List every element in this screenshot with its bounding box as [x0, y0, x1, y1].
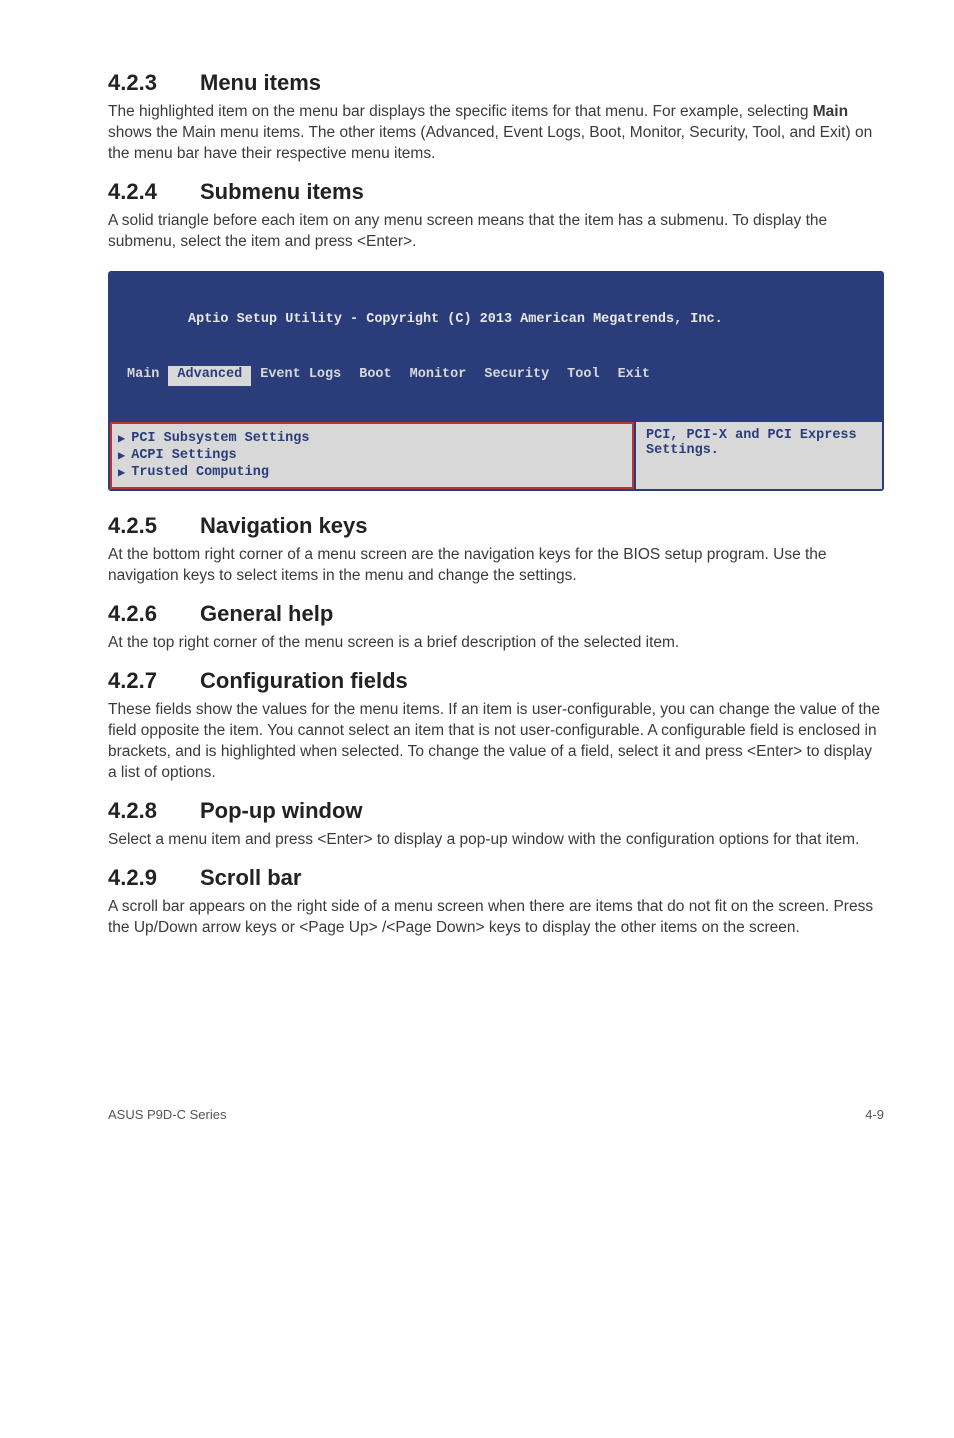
section-body: These fields show the values for the men…: [108, 700, 884, 784]
section-number: 4.2.3: [108, 70, 200, 96]
section-heading: 4.2.3Menu items: [108, 70, 884, 96]
bios-header: Aptio Setup Utility - Copyright (C) 2013…: [110, 273, 882, 423]
page-footer: ASUS P9D-C Series 4-9: [108, 1099, 884, 1122]
section-title: General help: [200, 601, 333, 626]
bios-menu-item-label: ACPI Settings: [131, 448, 236, 463]
bios-tab-main[interactable]: Main: [118, 366, 168, 386]
section-number: 4.2.8: [108, 798, 200, 824]
section-number: 4.2.7: [108, 668, 200, 694]
submenu-triangle-icon: ▶: [118, 431, 125, 446]
bios-help-panel: PCI, PCI-X and PCI Express Settings.: [634, 422, 882, 489]
section-title: Pop-up window: [200, 798, 363, 823]
section-body: A scroll bar appears on the right side o…: [108, 897, 884, 939]
section-heading: 4.2.8Pop-up window: [108, 798, 884, 824]
bios-tab-bar: Main Advanced Event Logs Boot Monitor Se…: [118, 366, 874, 386]
section-number: 4.2.9: [108, 865, 200, 891]
bios-tab-security[interactable]: Security: [475, 366, 558, 386]
bios-menu-item-label: Trusted Computing: [131, 465, 269, 480]
section-heading: 4.2.4Submenu items: [108, 179, 884, 205]
section-number: 4.2.4: [108, 179, 200, 205]
bios-tab-exit[interactable]: Exit: [609, 366, 659, 386]
section-body: Select a menu item and press <Enter> to …: [108, 830, 884, 851]
section-body: A solid triangle before each item on any…: [108, 211, 884, 253]
bios-menu-item[interactable]: ▶ PCI Subsystem Settings: [118, 430, 620, 447]
footer-right: 4-9: [865, 1107, 884, 1122]
bios-menu-item[interactable]: ▶ Trusted Computing: [118, 464, 620, 481]
bios-menu-item-label: PCI Subsystem Settings: [131, 431, 309, 446]
bios-title: Aptio Setup Utility - Copyright (C) 2013…: [118, 311, 874, 329]
section-title: Submenu items: [200, 179, 364, 204]
section-heading: 4.2.9Scroll bar: [108, 865, 884, 891]
section-heading: 4.2.5Navigation keys: [108, 513, 884, 539]
bios-tab-boot[interactable]: Boot: [350, 366, 400, 386]
footer-left: ASUS P9D-C Series: [108, 1107, 226, 1122]
section-title: Configuration fields: [200, 668, 408, 693]
section-body: At the top right corner of the menu scre…: [108, 633, 884, 654]
section-body: The highlighted item on the menu bar dis…: [108, 102, 884, 165]
bios-tab-eventlogs[interactable]: Event Logs: [251, 366, 350, 386]
section-heading: 4.2.6General help: [108, 601, 884, 627]
bios-screenshot: Aptio Setup Utility - Copyright (C) 2013…: [108, 271, 884, 492]
bios-tab-advanced[interactable]: Advanced: [168, 366, 251, 386]
bios-menu-panel: ▶ PCI Subsystem Settings ▶ ACPI Settings…: [110, 422, 634, 489]
section-title: Scroll bar: [200, 865, 301, 890]
bios-tab-tool[interactable]: Tool: [558, 366, 608, 386]
section-title: Navigation keys: [200, 513, 368, 538]
bios-menu-item[interactable]: ▶ ACPI Settings: [118, 447, 620, 464]
section-heading: 4.2.7Configuration fields: [108, 668, 884, 694]
section-number: 4.2.6: [108, 601, 200, 627]
bios-tab-monitor[interactable]: Monitor: [401, 366, 476, 386]
submenu-triangle-icon: ▶: [118, 448, 125, 463]
section-body: At the bottom right corner of a menu scr…: [108, 545, 884, 587]
section-number: 4.2.5: [108, 513, 200, 539]
submenu-triangle-icon: ▶: [118, 465, 125, 480]
section-title: Menu items: [200, 70, 321, 95]
